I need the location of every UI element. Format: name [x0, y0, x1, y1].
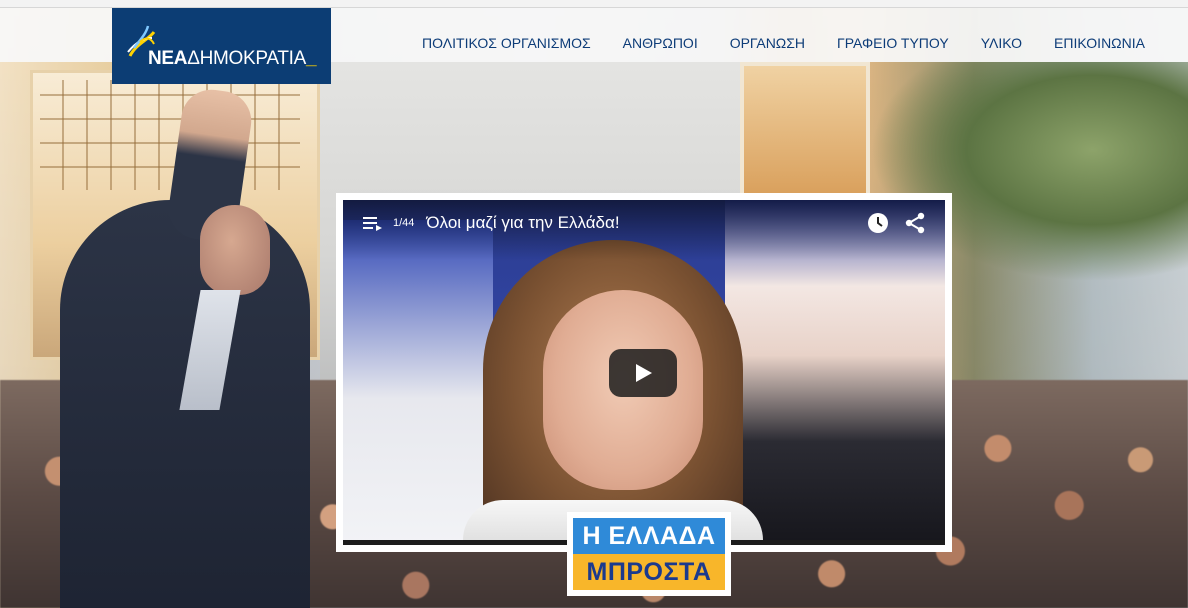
- video-actions: [867, 210, 925, 236]
- site-logo[interactable]: ΝΕΑΔΗΜΟΚΡΑΤΙΑ_: [112, 8, 331, 84]
- main-navigation: ΠΟΛΙΤΙΚΟΣ ΟΡΓΑΝΙΣΜΟΣ ΑΝΘΡΩΠΟΙ ΟΡΓΑΝΩΣΗ Γ…: [406, 15, 1161, 70]
- campaign-badge-line1: Η ΕΛΛΑΔΑ: [573, 518, 725, 554]
- hero-door-grille: [40, 80, 300, 190]
- campaign-badge-line2: ΜΠΡΟΣΤΑ: [573, 554, 725, 590]
- nav-item-material[interactable]: ΥΛΙΚΟ: [965, 35, 1038, 51]
- hero-man-head: [200, 205, 270, 295]
- video-player[interactable]: 1/44 Όλοι μαζί για την Ελλάδα!: [343, 200, 945, 545]
- nav-item-contact[interactable]: ΕΠΙΚΟΙΝΩΝΙΑ: [1038, 35, 1161, 51]
- video-scene-left: [343, 220, 493, 545]
- share-icon[interactable]: [905, 212, 925, 234]
- playlist-position: 1/44: [393, 217, 415, 229]
- video-title-link[interactable]: Όλοι μαζί για την Ελλάδα!: [426, 213, 619, 233]
- logo-bold-part: ΝΕΑ: [148, 48, 188, 69]
- play-icon: [636, 364, 652, 382]
- campaign-badge-inner: Η ΕΛΛΑΔΑ ΜΠΡΟΣΤΑ: [573, 518, 725, 590]
- logo-thin-part: ΔΗΜΟΚΡΑΤΙΑ: [187, 48, 306, 69]
- hero-window: [740, 62, 870, 212]
- logo-wordmark: ΝΕΑΔΗΜΟΚΡΑΤΙΑ_: [148, 48, 317, 70]
- nav-item-press-office[interactable]: ΓΡΑΦΕΙΟ ΤΥΠΟΥ: [821, 35, 965, 51]
- browser-top-strip: [0, 0, 1188, 7]
- logo-cursor: _: [306, 48, 317, 69]
- play-button[interactable]: [609, 349, 677, 397]
- nav-item-organization[interactable]: ΟΡΓΑΝΩΣΗ: [714, 35, 821, 51]
- watch-later-icon[interactable]: [867, 212, 889, 234]
- video-embed-frame: 1/44 Όλοι μαζί για την Ελλάδα!: [336, 193, 952, 552]
- video-header: 1/44 Όλοι μαζί για την Ελλάδα!: [363, 210, 925, 236]
- nav-item-political-organization[interactable]: ΠΟΛΙΤΙΚΟΣ ΟΡΓΑΝΙΣΜΟΣ: [406, 35, 607, 51]
- nav-item-people[interactable]: ΑΝΘΡΩΠΟΙ: [607, 35, 714, 51]
- campaign-badge[interactable]: Η ΕΛΛΑΔΑ ΜΠΡΟΣΤΑ: [567, 512, 731, 596]
- playlist-icon[interactable]: [363, 215, 383, 231]
